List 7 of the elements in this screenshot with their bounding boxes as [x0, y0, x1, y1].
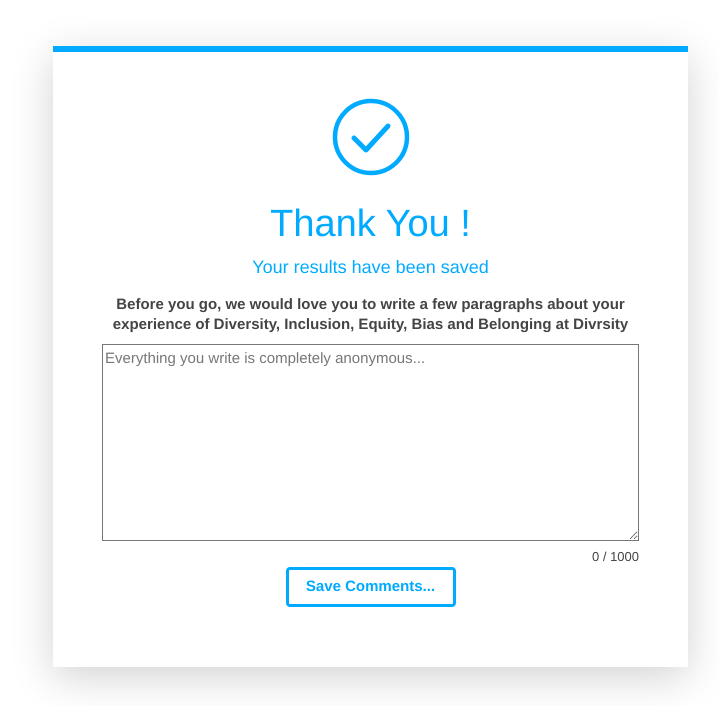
- comment-field[interactable]: Everything you write is completely anonymous...: [102, 344, 639, 541]
- character-counter: 0 / 1000: [592, 549, 639, 565]
- check-circle-icon: [332, 98, 410, 176]
- prompt-text: Before you go, we would love you to write a few paragraphs about your experience of Diversity, Inclusion, Equity, Bias and Belonging at Divrsity: [112, 295, 630, 335]
- saved-message: Your results have been saved: [252, 256, 489, 279]
- thank-you-title: Thank You !: [270, 202, 471, 247]
- save-comments-button[interactable]: Save Comments...: [286, 567, 456, 607]
